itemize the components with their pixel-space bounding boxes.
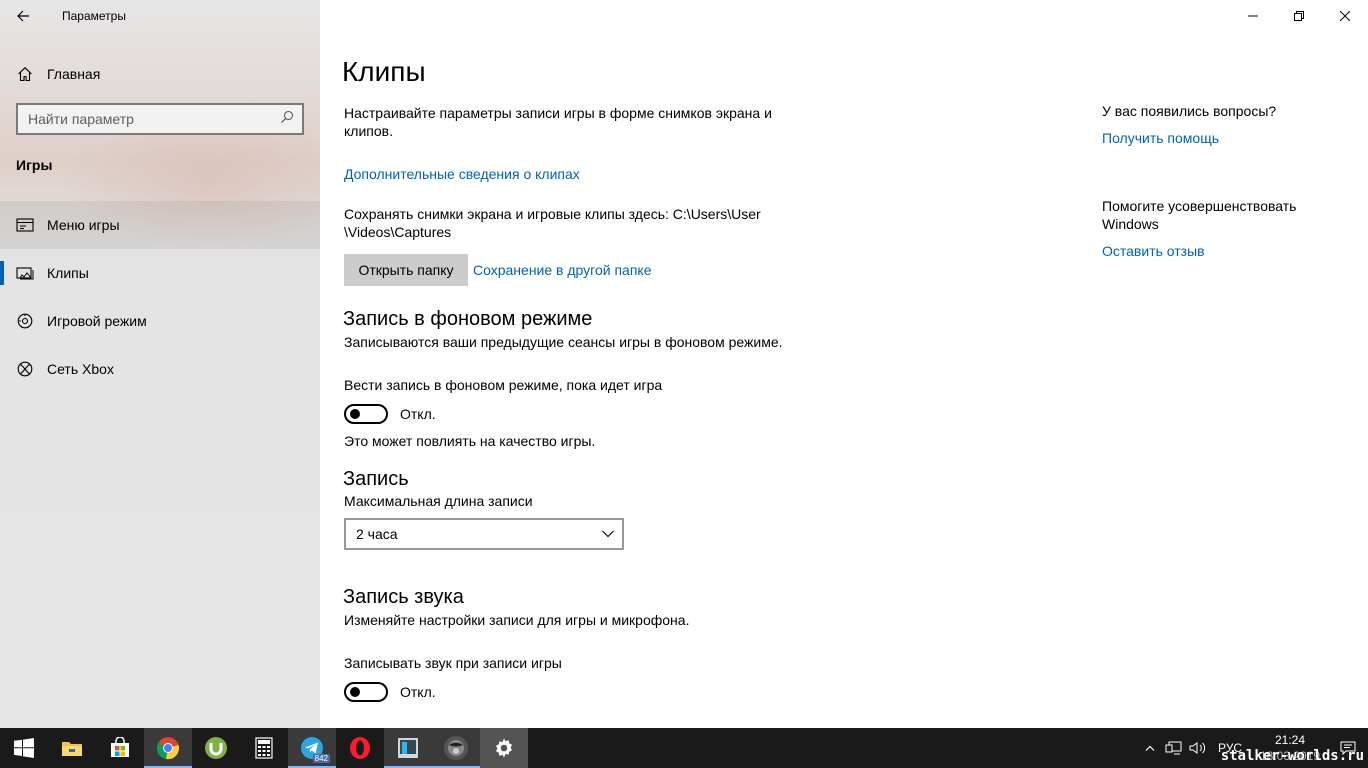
- background-heading: Запись в фоновом режиме: [343, 308, 593, 330]
- sidebar-item-game-menu[interactable]: Меню игры: [0, 201, 320, 249]
- network-icon: [1165, 741, 1182, 755]
- settings-button[interactable]: [480, 728, 528, 768]
- save-elsewhere-link[interactable]: Сохранение в другой папке: [473, 261, 652, 279]
- max-length-select[interactable]: 2 часа: [344, 518, 624, 550]
- background-record-toggle[interactable]: [344, 404, 388, 424]
- file-explorer-button[interactable]: [48, 728, 96, 768]
- sidebar: Параметры Главная Игры Меню игры Клипы: [0, 0, 320, 728]
- max-length-label: Максимальная длина записи: [344, 493, 533, 509]
- game-mode-icon: [16, 312, 34, 330]
- restore-button[interactable]: [1276, 0, 1322, 32]
- clips-icon: [16, 264, 34, 282]
- telegram-badge: 842: [312, 754, 330, 763]
- game-icon: [444, 736, 468, 760]
- intro-text-line-2: клипов.: [344, 123, 393, 139]
- app-title: Параметры: [62, 9, 126, 23]
- search-box[interactable]: [16, 103, 304, 135]
- open-folder-button[interactable]: Открыть папку: [344, 254, 468, 286]
- sidebar-item-label: Меню игры: [47, 217, 120, 233]
- file-explorer-icon: [62, 742, 82, 756]
- sidebar-item-home[interactable]: Главная: [0, 56, 320, 92]
- sidebar-item-label: Сеть Xbox: [47, 361, 114, 377]
- background-description: Записываются ваши предыдущие сеансы игры…: [344, 334, 783, 350]
- audio-toggle-state: Откл.: [400, 684, 436, 700]
- minimize-button[interactable]: [1230, 0, 1276, 32]
- main-content: Клипы Настраивайте параметры записи игры…: [342, 0, 1084, 728]
- calculator-button[interactable]: [240, 728, 288, 768]
- telegram-button[interactable]: 842: [288, 728, 336, 768]
- clock-time: 21:24: [1274, 733, 1306, 747]
- chevron-down-icon: [602, 530, 614, 538]
- chevron-up-icon: [1145, 745, 1155, 751]
- background-toggle-state: Откл.: [400, 406, 436, 422]
- utorrent-icon: [205, 737, 227, 759]
- sidebar-item-label: Игровой режим: [47, 313, 147, 329]
- opera-icon: [350, 737, 370, 759]
- audio-toggle-label: Записывать звук при записи игры: [344, 655, 562, 671]
- sidebar-item-xbox[interactable]: Сеть Xbox: [0, 345, 320, 393]
- minimize-icon: [1248, 15, 1258, 17]
- start-button[interactable]: [0, 728, 48, 768]
- section-title: Игры: [16, 157, 53, 173]
- page-title: Клипы: [342, 56, 426, 87]
- title-bar: Параметры: [0, 0, 320, 32]
- restore-icon: [1294, 11, 1304, 21]
- toggle-knob: [350, 409, 360, 419]
- sidebar-item-game-mode[interactable]: Игровой режим: [0, 297, 320, 345]
- sidebar-item-label: Клипы: [47, 265, 89, 281]
- improve-text-line-1: Помогите усовершенствовать: [1102, 198, 1297, 214]
- feedback-link[interactable]: Оставить отзыв: [1102, 242, 1205, 260]
- search-input[interactable]: [28, 111, 268, 127]
- audio-toggle-row: Откл.: [344, 682, 436, 702]
- taskbar: 842 РУС 21:24 18.03.2019: [0, 728, 1368, 768]
- app-icon: [398, 738, 418, 758]
- nav-list: Меню игры Клипы Игровой режим Сеть Xbox: [0, 201, 320, 393]
- chrome-button[interactable]: [144, 728, 192, 768]
- opera-button[interactable]: [336, 728, 384, 768]
- store-button[interactable]: [96, 728, 144, 768]
- back-arrow-icon: [17, 10, 29, 22]
- more-info-link[interactable]: Дополнительные сведения о клипах: [344, 165, 580, 183]
- store-icon: [111, 737, 129, 757]
- audio-heading: Запись звука: [343, 586, 464, 608]
- watermark: stalker-worlds.ru: [1220, 748, 1364, 764]
- window-controls: [1230, 0, 1368, 32]
- intro-text-line-1: Настраивайте параметры записи игры в фор…: [344, 105, 772, 121]
- improve-text-line-2: Windows: [1102, 216, 1159, 232]
- search-icon[interactable]: [280, 110, 294, 129]
- save-path-line-2: \Videos\Captures: [344, 224, 452, 240]
- game-button[interactable]: [432, 728, 480, 768]
- max-length-value: 2 часа: [356, 526, 398, 542]
- background-note: Это может повлиять на качество игры.: [344, 433, 596, 449]
- network-button[interactable]: [1162, 728, 1186, 768]
- toggle-knob: [350, 687, 360, 697]
- background-toggle-label: Вести запись в фоновом режиме, пока идет…: [344, 377, 663, 393]
- xbox-icon: [16, 360, 34, 378]
- recording-heading: Запись: [343, 468, 409, 490]
- close-icon: [1340, 11, 1350, 21]
- audio-description: Изменяйте настройки записи для игры и ми…: [344, 612, 690, 628]
- start-icon: [14, 738, 34, 758]
- close-button[interactable]: [1322, 0, 1368, 32]
- game-menu-icon: [16, 216, 34, 234]
- home-label: Главная: [47, 66, 101, 82]
- settings-icon: [496, 738, 512, 758]
- sidebar-item-clips[interactable]: Клипы: [0, 249, 320, 297]
- chrome-icon: [156, 737, 179, 760]
- save-path-line-1: Сохранять снимки экрана и игровые клипы …: [344, 206, 761, 222]
- show-hidden-icons-button[interactable]: [1138, 728, 1162, 768]
- help-question: У вас появились вопросы?: [1102, 103, 1277, 119]
- audio-record-toggle[interactable]: [344, 682, 388, 702]
- home-icon: [16, 65, 34, 83]
- app-button[interactable]: [384, 728, 432, 768]
- back-button[interactable]: [0, 0, 46, 32]
- background-toggle-row: Откл.: [344, 404, 436, 424]
- utorrent-button[interactable]: [192, 728, 240, 768]
- calculator-icon: [255, 737, 273, 759]
- volume-icon: [1189, 742, 1206, 754]
- get-help-link[interactable]: Получить помощь: [1102, 129, 1219, 147]
- volume-button[interactable]: [1186, 728, 1210, 768]
